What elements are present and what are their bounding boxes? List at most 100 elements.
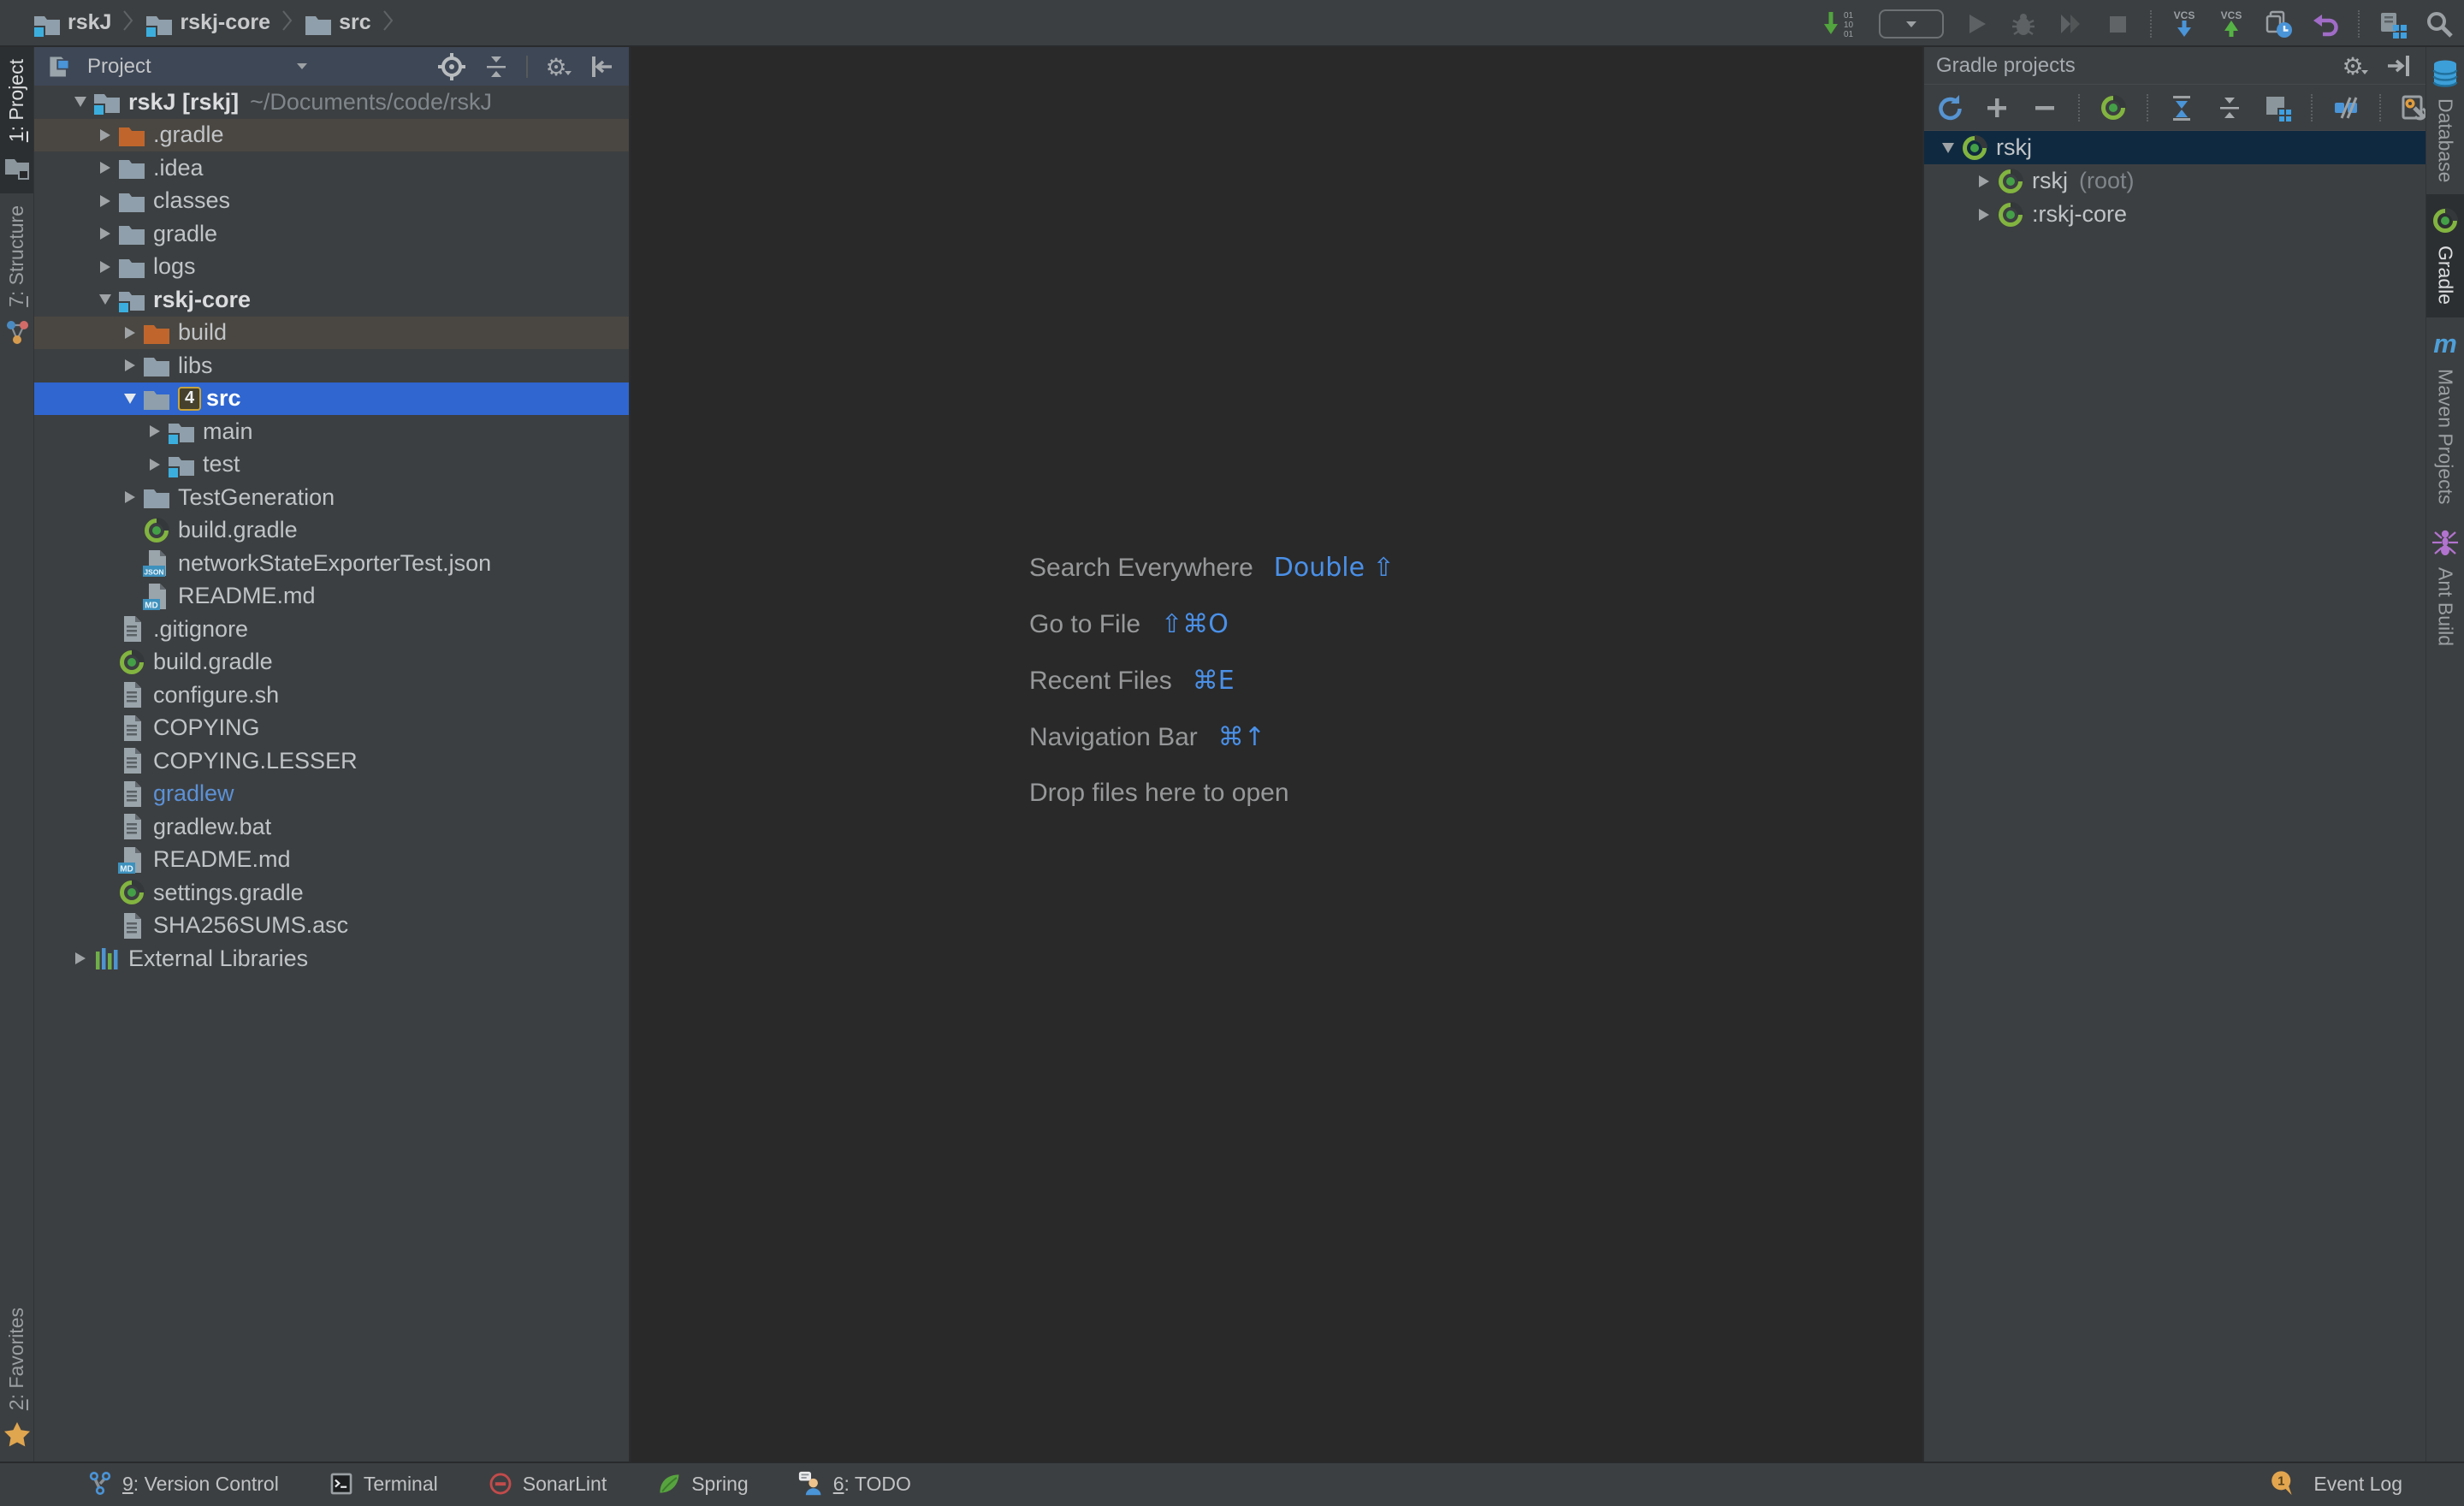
tree-row-configure-sh[interactable]: configure.sh	[34, 679, 629, 712]
expand-arrow[interactable]	[68, 952, 92, 964]
tree-row-gradlew[interactable]: gradlew	[34, 778, 629, 811]
rollback-icon[interactable]	[2311, 9, 2340, 39]
expand-arrow[interactable]	[93, 195, 117, 207]
tree-row-settings-gradle[interactable]: settings.gradle	[34, 876, 629, 910]
tree-row-rskj[interactable]: rskj(root)	[1924, 164, 2426, 198]
tree-row-gradle[interactable]: gradle	[34, 217, 629, 251]
chevron-down-icon[interactable]	[297, 63, 307, 74]
expand-arrow[interactable]	[68, 97, 92, 107]
tree-row-gradle[interactable]: .gradle	[34, 119, 629, 152]
expand-all-icon[interactable]	[2167, 93, 2196, 122]
stripe-tab-project[interactable]: 1: Project	[0, 47, 33, 193]
gear-dropdown-icon[interactable]: ⚙	[2340, 51, 2369, 80]
tree-row-copying[interactable]: COPYING	[34, 712, 629, 745]
statusbar-item-terminal[interactable]: Terminal	[329, 1471, 438, 1497]
tree-row-gradlew-bat[interactable]: gradlew.bat	[34, 810, 629, 844]
run-icon[interactable]	[1962, 9, 1991, 39]
breadcrumb-item-rskj[interactable]: rskJ	[33, 9, 111, 37]
tree-row-networkstateexportertest-json[interactable]: JSONnetworkStateExporterTest.json	[34, 547, 629, 580]
statusbar-item-version-control[interactable]: 9: Version Control	[87, 1471, 279, 1497]
statusbar-item-sonarlint[interactable]: SonarLint	[488, 1471, 607, 1497]
tree-row-readme-md[interactable]: MDREADME.md	[34, 580, 629, 614]
tree-row-logs[interactable]: logs	[34, 251, 629, 284]
coverage-icon[interactable]	[2056, 9, 2085, 39]
stripe-tab-favorites[interactable]: 2: Favorites	[0, 1296, 33, 1462]
expand-arrow[interactable]	[1972, 209, 1996, 221]
expand-arrow[interactable]	[93, 228, 117, 240]
expand-arrow[interactable]	[118, 394, 142, 404]
expand-arrow[interactable]	[118, 491, 142, 503]
expand-arrow[interactable]	[118, 327, 142, 339]
breadcrumb-item-rskj-core[interactable]: rskj-core	[145, 9, 270, 37]
tree-item-label: rskJ [rskj]	[128, 89, 239, 116]
expand-arrow[interactable]	[93, 294, 117, 305]
tree-row-copying-lesser[interactable]: COPYING.LESSER	[34, 744, 629, 778]
gear-dropdown-icon[interactable]: ⚙	[543, 52, 572, 81]
expand-arrow[interactable]	[143, 459, 167, 471]
stripe-tab-structure[interactable]: 7: Structure	[0, 193, 33, 359]
tree-row-build[interactable]: build	[34, 317, 629, 350]
collapse-all-icon[interactable]	[2215, 93, 2244, 122]
tree-row-build-gradle[interactable]: build.gradle	[34, 646, 629, 679]
tree-row-build-gradle[interactable]: build.gradle	[34, 514, 629, 548]
stop-icon[interactable]	[2103, 9, 2132, 39]
expand-arrow[interactable]	[143, 425, 167, 437]
statusbar-item-event-log[interactable]: 1 Event Log	[2270, 1470, 2402, 1497]
vcs-update-icon[interactable]: VCS	[2170, 9, 2199, 39]
tree-row-readme-md[interactable]: MDREADME.md	[34, 844, 629, 877]
tree-row-main[interactable]: main	[34, 415, 629, 448]
tree-row-rskj-core[interactable]: rskj-core	[34, 283, 629, 317]
tree-row-rskj-rskj[interactable]: rskJ [rskj]~/Documents/code/rskJ	[34, 86, 629, 119]
stripe-tab-ant-build[interactable]: Ant Build	[2426, 516, 2464, 658]
run-config-dropdown[interactable]	[1879, 9, 1944, 39]
tree-row-classes[interactable]: classes	[34, 185, 629, 218]
gradle-file-icon[interactable]	[2099, 93, 2128, 122]
tree-row-rskj[interactable]: rskj	[1924, 131, 2426, 164]
tree-item-label: libs	[178, 353, 213, 379]
debug-icon[interactable]	[2009, 9, 2038, 39]
build-settings-icon[interactable]	[2400, 93, 2429, 122]
stripe-tab-database[interactable]: Database	[2426, 47, 2464, 194]
tool-window-stripe-left: 1: Project7: Structure 2: Favorites	[0, 47, 34, 1462]
expand-arrow[interactable]	[93, 129, 117, 141]
shortcut-label: Search Everywhere	[1029, 554, 1253, 583]
expand-arrow[interactable]	[93, 261, 117, 273]
add-icon[interactable]	[1982, 93, 2011, 122]
remove-icon[interactable]	[2030, 93, 2059, 122]
locate-icon[interactable]	[437, 52, 466, 81]
breadcrumb-item-src[interactable]: src	[304, 9, 371, 37]
stripe-tab-maven-projects[interactable]: mMaven Projects	[2426, 317, 2464, 517]
tree-row-test[interactable]: test	[34, 448, 629, 482]
hide-right-icon[interactable]	[2384, 51, 2414, 80]
history-icon[interactable]	[2264, 9, 2293, 39]
tree-row-external-libraries[interactable]: External Libraries	[34, 942, 629, 975]
ant-icon	[2431, 528, 2460, 557]
module-squares-icon[interactable]	[2378, 9, 2407, 39]
editor-empty-area[interactable]: Search EverywhereDouble ⇧Go to File⇧⌘ORe…	[631, 47, 1922, 1462]
statusbar-item-spring[interactable]: Spring	[656, 1471, 748, 1497]
vcs-commit-icon[interactable]: VCS	[2217, 9, 2246, 39]
statusbar-item-todo[interactable]: 6: TODO	[798, 1471, 911, 1497]
modules-icon[interactable]	[2263, 93, 2292, 122]
stripe-tab-gradle[interactable]: Gradle	[2426, 194, 2464, 317]
binary-download-icon[interactable]: 011001	[1821, 9, 1861, 39]
tree-row-libs[interactable]: libs	[34, 349, 629, 382]
collapse-all-icon[interactable]	[482, 52, 511, 81]
tree-row-gitignore[interactable]: .gitignore	[34, 613, 629, 646]
expand-arrow[interactable]	[118, 359, 142, 371]
tree-row-idea[interactable]: .idea	[34, 151, 629, 185]
tree-row-testgeneration[interactable]: TestGeneration	[34, 481, 629, 514]
refresh-icon[interactable]	[1934, 93, 1964, 122]
gradle-panel-header[interactable]: Gradle projects ⚙	[1924, 47, 2426, 85]
tree-row-rskj-core[interactable]: :rskj-core	[1924, 198, 2426, 231]
tree-row-src[interactable]: 4src	[34, 382, 629, 416]
expand-arrow[interactable]	[93, 162, 117, 174]
expand-arrow[interactable]	[1972, 175, 1996, 187]
offline-icon[interactable]	[2331, 93, 2360, 122]
search-icon[interactable]	[2425, 9, 2454, 39]
tree-row-sha256sums-asc[interactable]: SHA256SUMS.asc	[34, 910, 629, 943]
hide-left-icon[interactable]	[588, 52, 617, 81]
toolbar-separator	[2078, 94, 2080, 122]
expand-arrow[interactable]	[1936, 143, 1960, 153]
project-panel-header[interactable]: Project ⚙	[34, 47, 629, 86]
